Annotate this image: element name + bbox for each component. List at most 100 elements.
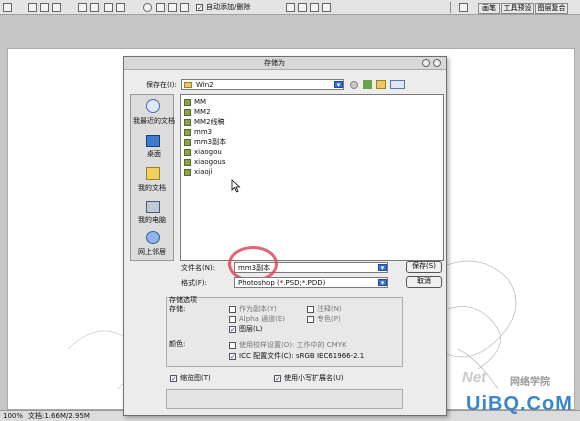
- place-label: 网上邻居: [138, 248, 166, 256]
- watermark-chinese: 网络学院: [510, 377, 550, 388]
- save-in-select[interactable]: Win2 ▾: [181, 79, 344, 90]
- ellipse-tool-icon[interactable]: [143, 3, 152, 12]
- shape-layers-icon[interactable]: [28, 3, 37, 12]
- annotations-label: 注释(N): [317, 305, 342, 313]
- tab-brushes[interactable]: 画笔: [478, 3, 500, 14]
- place-label: 桌面: [147, 150, 161, 158]
- psd-file-icon: [184, 169, 191, 176]
- as-copy-label: 作为副本(Y): [239, 305, 277, 313]
- new-folder-icon[interactable]: [376, 80, 386, 89]
- auto-add-delete-checkbox[interactable]: ✓: [196, 4, 203, 12]
- chevron-down-icon[interactable]: ▾: [378, 279, 387, 287]
- place-my-computer[interactable]: 我的电脑: [131, 201, 175, 227]
- place-label: 我的电脑: [138, 216, 166, 224]
- format-label: 格式(F):: [181, 279, 207, 287]
- my-documents-icon: [146, 167, 160, 180]
- spot-colors-checkbox[interactable]: [307, 316, 314, 323]
- place-recent[interactable]: 我最近的文档: [131, 99, 175, 129]
- options-toolbar: ✓ 自动添加/删除 画笔 工具预设 图层复合: [0, 0, 580, 15]
- psd-file-icon: [184, 99, 191, 106]
- psd-file-icon: [184, 119, 191, 126]
- thumbnail-checkbox[interactable]: ✓: [170, 375, 177, 383]
- zoom-level[interactable]: 100%: [3, 412, 23, 421]
- alpha-channels-checkbox[interactable]: [229, 316, 236, 323]
- file-name: xiaogou: [194, 148, 222, 156]
- paths-icon[interactable]: [40, 3, 49, 12]
- dialog-bottom-panel: [166, 389, 403, 409]
- places-bar: 我最近的文档 桌面 我的文档 我的电脑 网上邻居: [130, 94, 175, 261]
- path-exclude-icon[interactable]: [322, 3, 331, 12]
- chevron-down-icon[interactable]: ▾: [378, 264, 387, 272]
- tab-layer-comps[interactable]: 图层复合: [535, 3, 568, 14]
- network-places-icon: [146, 231, 160, 244]
- desktop-icon: [146, 135, 160, 147]
- color-label: 颜色:: [169, 340, 186, 348]
- view-menu-icon[interactable]: [390, 80, 405, 89]
- use-proof-setup-checkbox[interactable]: [229, 342, 236, 349]
- icc-profile-label: ICC 配置文件(C): sRGB IEC61966-2.1: [239, 352, 365, 360]
- annotations-checkbox[interactable]: [307, 306, 314, 313]
- layers-label: 图层(L): [239, 325, 263, 333]
- dialog-title: 存储为: [264, 59, 285, 67]
- save-as-dialog: 存储为 保存在(I): Win2 ▾ 我最近的文档 桌面 我的文档 我的电脑 网…: [123, 56, 447, 416]
- watermark-brand: Net: [462, 369, 487, 386]
- cancel-button[interactable]: 取消: [406, 276, 442, 288]
- file-name: xiaogous: [194, 158, 226, 166]
- folder-icon: [184, 82, 192, 88]
- path-intersect-icon[interactable]: [310, 3, 319, 12]
- recent-documents-icon: [146, 99, 160, 113]
- rounded-rectangle-tool-icon[interactable]: [116, 3, 125, 12]
- use-proof-setup-label: 使用校样设置(O): 工作中的 CMYK: [239, 341, 347, 349]
- psd-file-icon: [184, 109, 191, 116]
- file-name: mm3: [194, 128, 213, 136]
- freeform-pen-icon[interactable]: [90, 3, 99, 12]
- file-name: mm3副本: [194, 138, 227, 146]
- chevron-down-icon[interactable]: ▾: [334, 81, 343, 89]
- thumbnail-label: 缩览图(T): [180, 374, 211, 382]
- pen-tool-icon[interactable]: [3, 3, 12, 12]
- file-browser-icon[interactable]: [459, 3, 468, 12]
- pen-icon[interactable]: [78, 3, 87, 12]
- polygon-tool-icon[interactable]: [156, 3, 165, 12]
- icc-profile-checkbox[interactable]: ✓: [229, 353, 236, 361]
- path-add-icon[interactable]: [286, 3, 295, 12]
- custom-shape-tool-icon[interactable]: [180, 3, 189, 12]
- help-icon[interactable]: [422, 59, 430, 67]
- dialog-titlebar[interactable]: 存储为: [124, 57, 446, 70]
- lowercase-extension-checkbox[interactable]: ✓: [274, 375, 281, 383]
- my-computer-icon: [146, 201, 160, 213]
- psd-file-icon: [184, 139, 191, 146]
- place-label: 我最近的文档: [133, 117, 175, 125]
- filename-label: 文件名(N):: [181, 264, 216, 272]
- place-my-documents[interactable]: 我的文档: [131, 167, 175, 195]
- save-in-label: 保存在(I):: [146, 81, 177, 89]
- file-name: MM2: [194, 108, 211, 116]
- save-options-title: 存储选项: [169, 296, 197, 304]
- psd-file-icon: [184, 159, 191, 166]
- path-subtract-icon[interactable]: [298, 3, 307, 12]
- save-button[interactable]: 保存(S): [406, 261, 442, 273]
- place-desktop[interactable]: 桌面: [131, 135, 175, 161]
- rectangle-tool-icon[interactable]: [104, 3, 113, 12]
- tab-tool-presets[interactable]: 工具预设: [501, 3, 534, 14]
- file-name: MM: [194, 98, 207, 106]
- file-list[interactable]: MM MM2 MM2线稿 mm3 mm3副本 xiaogou xiaogous: [180, 94, 444, 261]
- format-value: Photoshop (*.PSD;*.PDD): [238, 279, 326, 287]
- place-network[interactable]: 网上邻居: [131, 231, 175, 259]
- back-icon[interactable]: [350, 81, 358, 89]
- format-select[interactable]: Photoshop (*.PSD;*.PDD) ▾: [234, 277, 388, 288]
- auto-add-delete-label: 自动添加/删除: [206, 3, 251, 11]
- file-name: MM2线稿: [194, 118, 225, 126]
- file-name: xiaoji: [194, 168, 213, 176]
- layers-checkbox[interactable]: ✓: [229, 326, 236, 334]
- lowercase-extension-label: 使用小写扩展名(U): [284, 374, 344, 382]
- close-icon[interactable]: [433, 59, 441, 67]
- psd-file-icon: [184, 129, 191, 136]
- fill-pixels-icon[interactable]: [52, 3, 61, 12]
- alpha-channels-label: Alpha 通道(E): [239, 315, 286, 323]
- up-folder-icon[interactable]: [363, 80, 372, 89]
- as-copy-checkbox[interactable]: [229, 306, 236, 313]
- spot-colors-label: 专色(P): [317, 315, 341, 323]
- place-label: 我的文档: [138, 184, 166, 192]
- line-tool-icon[interactable]: [168, 3, 177, 12]
